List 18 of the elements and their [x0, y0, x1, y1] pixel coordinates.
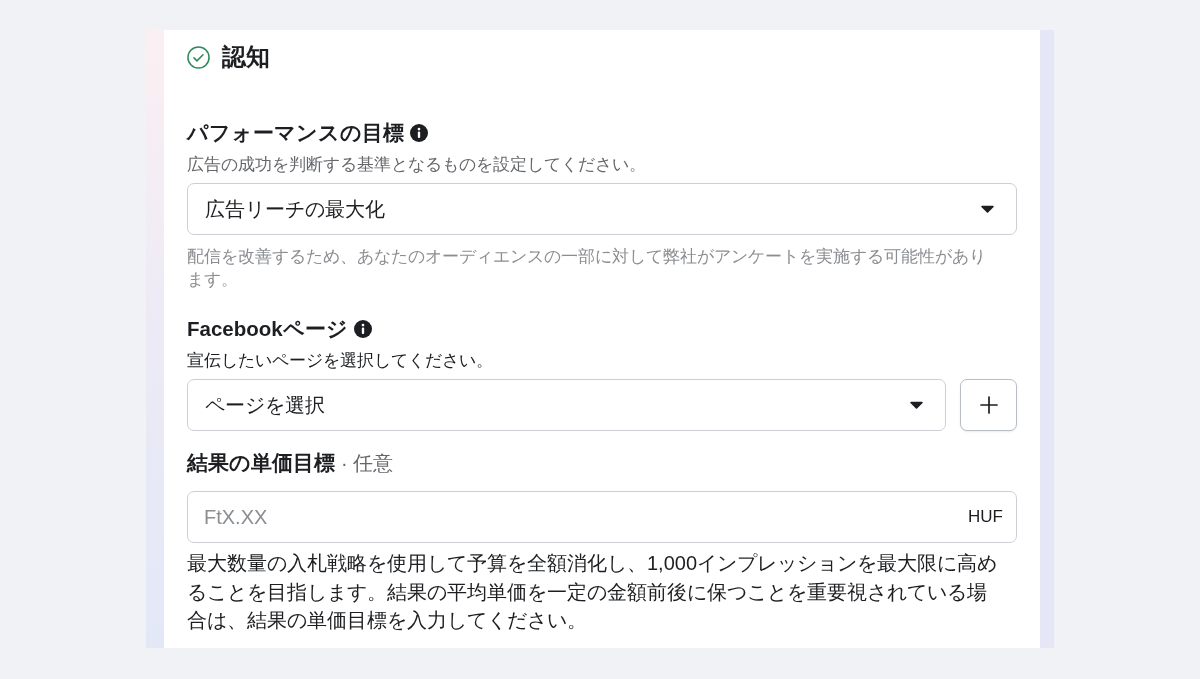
- field-label: パフォーマンスの目標: [187, 120, 404, 146]
- add-button[interactable]: [960, 379, 1017, 431]
- section-title: 認知: [222, 44, 270, 70]
- caret-icon: [981, 205, 994, 213]
- currency-label: HUF: [968, 507, 1003, 527]
- caret-icon: [910, 401, 923, 409]
- plus-icon: [979, 396, 998, 414]
- help-text: 最大数量の入札戦略を使用して予算を全額消化し、1,000インプレッションを最大限に高めることを目指します。結果の平均単価を一定の金額前後に保つことを重要視されている場合は、結果の単価目標を入力してください。: [187, 551, 999, 633]
- info-icon[interactable]: [410, 124, 428, 142]
- field-description: 広告の成功を判断する基準となるものを設定してください。: [187, 154, 647, 176]
- info-icon[interactable]: [353, 320, 372, 338]
- help-text: 配信を改善するため、あなたのオーディエンスの一部に対して弊社がアンケートを実施する可能性があります。: [187, 246, 987, 291]
- dropdown[interactable]: ページを選択: [187, 379, 946, 431]
- field-label: Facebookページ: [187, 316, 348, 342]
- dropdown[interactable]: 広告リーチの最大化: [187, 183, 1017, 235]
- field-label: 結果の単価目標: [187, 450, 335, 476]
- optional-note: · 任意: [341, 451, 394, 476]
- field-description: 宣伝したいページを選択してください。: [187, 350, 494, 372]
